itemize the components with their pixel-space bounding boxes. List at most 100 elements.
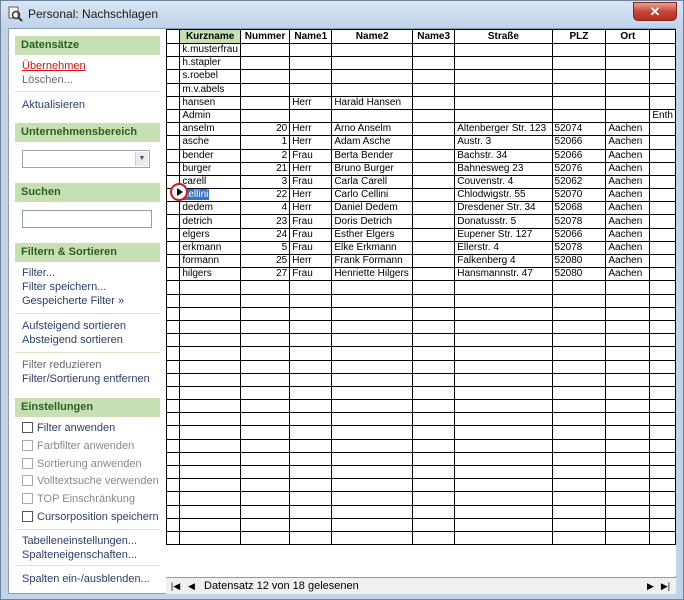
previous-record-button[interactable]: ◀ [185, 579, 198, 593]
table-cell[interactable] [289, 504, 333, 519]
table-cell[interactable]: 52078 [551, 214, 607, 229]
table-cell[interactable] [412, 95, 456, 110]
table-cell[interactable] [239, 517, 291, 532]
table-cell[interactable] [239, 82, 291, 97]
table-cell[interactable] [551, 491, 607, 506]
table-cell[interactable] [551, 333, 607, 348]
table-row[interactable] [166, 425, 676, 440]
table-cell[interactable] [179, 385, 241, 401]
table-cell[interactable]: Arno Anselm [331, 122, 414, 137]
table-cell[interactable] [289, 319, 333, 335]
column-header-strasse[interactable]: Straße [454, 29, 553, 44]
table-cell[interactable]: Herr [289, 201, 333, 216]
table-row[interactable]: s.roebel [166, 69, 676, 84]
table-cell[interactable] [649, 491, 676, 506]
table-cell[interactable] [412, 240, 456, 256]
table-cell[interactable]: Bachstr. 34 [454, 148, 553, 163]
row-selector[interactable] [166, 148, 181, 163]
table-cell[interactable]: Aachen [605, 253, 651, 269]
table-cell[interactable]: 5 [239, 240, 291, 256]
table-cell[interactable] [605, 95, 651, 110]
table-cell[interactable] [649, 293, 676, 308]
table-cell[interactable]: Aachen [605, 267, 651, 282]
table-cell[interactable]: 52074 [551, 122, 607, 137]
table-cell[interactable] [412, 333, 456, 348]
table-row[interactable] [166, 333, 676, 348]
table-cell[interactable] [239, 438, 291, 453]
table-cell[interactable] [551, 517, 607, 532]
table-cell[interactable] [649, 306, 676, 321]
table-cell[interactable] [412, 108, 456, 124]
table-cell[interactable] [239, 425, 291, 440]
table-cell[interactable] [605, 69, 651, 84]
table-cell[interactable]: m.v.abels [179, 82, 241, 97]
table-cell[interactable] [551, 82, 607, 97]
table-row[interactable] [166, 385, 676, 401]
cursorposition-checkbox[interactable]: Cursorposition speichern [22, 511, 159, 523]
first-record-button[interactable]: |◀ [169, 579, 182, 593]
table-cell[interactable] [179, 319, 241, 335]
table-cell[interactable] [412, 122, 456, 137]
chevron-down-icon[interactable]: ▼ [135, 152, 148, 166]
table-cell[interactable] [289, 280, 333, 295]
row-selector[interactable] [166, 240, 181, 256]
next-record-button[interactable]: ▶ [644, 579, 657, 593]
filter-entfernen-link[interactable]: Filter/Sortierung entfernen [22, 373, 150, 385]
table-cell[interactable] [179, 425, 241, 440]
table-cell[interactable] [551, 530, 607, 546]
table-cell[interactable] [239, 280, 291, 295]
table-cell[interactable] [649, 333, 676, 348]
table-cell[interactable] [454, 280, 553, 295]
column-header-name3[interactable]: Name3 [412, 29, 456, 44]
table-cell[interactable] [605, 517, 651, 532]
table-cell[interactable] [412, 293, 456, 308]
table-cell[interactable] [289, 42, 333, 58]
table-cell[interactable] [289, 412, 333, 427]
table-cell[interactable]: Carla Carell [331, 174, 414, 190]
table-cell[interactable] [551, 359, 607, 374]
table-cell[interactable] [454, 319, 553, 335]
table-cell[interactable] [239, 42, 291, 58]
table-cell[interactable] [412, 399, 456, 414]
table-cell[interactable] [454, 306, 553, 321]
table-cell[interactable] [649, 56, 676, 71]
table-cell[interactable] [331, 108, 414, 124]
table-cell[interactable] [649, 95, 676, 110]
volltextsuche-checkbox[interactable]: Volltextsuche verwenden [22, 475, 159, 487]
table-cell[interactable] [239, 69, 291, 84]
table-row[interactable] [166, 504, 676, 519]
table-cell[interactable] [649, 451, 676, 467]
table-cell[interactable]: 52080 [551, 253, 607, 269]
table-row[interactable]: burger 21 Herr Bruno Burger Bahnesweg 23 5207… [166, 161, 676, 176]
table-cell[interactable]: Herr [289, 122, 333, 137]
row-selector[interactable] [166, 478, 181, 493]
table-cell[interactable] [289, 491, 333, 506]
table-cell[interactable] [289, 385, 333, 401]
table-row[interactable]: hilgers 27 Frau Henriette Hilgers Hansmannst… [166, 267, 676, 282]
table-cell[interactable]: Doris Detrich [331, 214, 414, 229]
table-cell[interactable] [605, 319, 651, 335]
table-cell[interactable] [649, 359, 676, 374]
table-cell[interactable] [412, 451, 456, 467]
table-cell[interactable]: Herr [289, 161, 333, 176]
table-cell[interactable] [239, 346, 291, 361]
table-row[interactable] [166, 306, 676, 321]
table-cell[interactable] [239, 451, 291, 467]
table-row[interactable] [166, 491, 676, 506]
table-row[interactable] [166, 319, 676, 335]
table-row[interactable]: dedem 4 Herr Daniel Dedem Dresdener Str. 34 5… [166, 201, 676, 216]
table-cell[interactable] [239, 385, 291, 401]
table-row[interactable]: Admin Enth [166, 108, 676, 124]
table-cell[interactable] [649, 385, 676, 401]
table-cell[interactable]: Carlo Cellini [331, 188, 414, 203]
table-cell[interactable]: asche [179, 135, 241, 150]
table-cell[interactable] [289, 530, 333, 546]
table-cell[interactable] [179, 464, 241, 480]
table-cell[interactable] [179, 333, 241, 348]
table-cell[interactable]: Ellerstr. 4 [454, 240, 553, 256]
table-cell[interactable]: Harald Hansen [331, 95, 414, 110]
table-cell[interactable] [412, 425, 456, 440]
table-cell[interactable] [649, 227, 676, 242]
table-cell[interactable]: Esther Elgers [331, 227, 414, 242]
table-cell[interactable] [605, 412, 651, 427]
